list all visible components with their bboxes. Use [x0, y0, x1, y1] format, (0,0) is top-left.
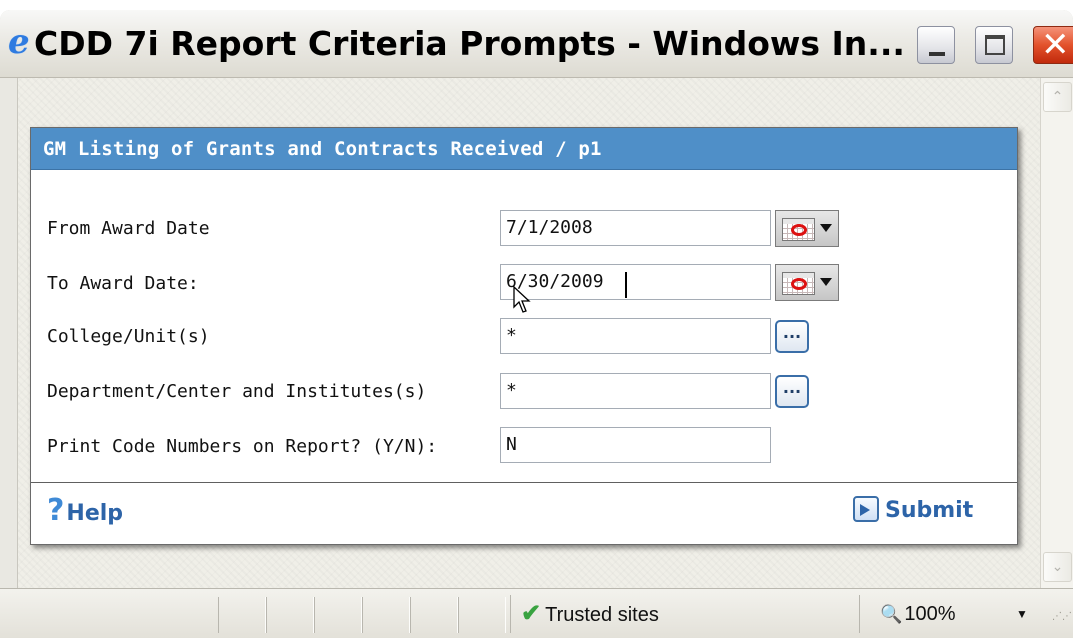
scroll-down-button[interactable]: ⌄ [1043, 552, 1072, 582]
vertical-scrollbar[interactable]: ⌃ ⌄ [1040, 78, 1073, 588]
dropdown-arrow-icon [820, 224, 832, 232]
from-award-date-label: From Award Date [47, 218, 210, 239]
college-unit-label: College/Unit(s) [47, 326, 210, 347]
dropdown-arrow-icon [820, 278, 832, 286]
scroll-up-button[interactable]: ⌃ [1043, 82, 1072, 112]
to-date-picker-button[interactable] [775, 264, 839, 301]
browser-window: e CDD 7i Report Criteria Prompts - Windo… [0, 10, 1073, 638]
dialog-footer: ?Help Submit [31, 482, 1017, 544]
security-zone-label: Trusted sites [545, 604, 659, 626]
text-caret [625, 272, 627, 298]
ie-icon: e [8, 22, 30, 62]
report-criteria-dialog: GM Listing of Grants and Contracts Recei… [30, 127, 1018, 545]
submit-button[interactable]: Submit [853, 493, 973, 529]
magnifier-icon: 🔍 [880, 604, 903, 624]
print-code-numbers-input[interactable]: N [500, 427, 771, 463]
submit-label: Submit [885, 498, 974, 523]
status-pane [362, 597, 410, 633]
checkmark-icon: ✔ [521, 600, 542, 627]
minimize-icon [929, 52, 945, 56]
mouse-pointer-icon [513, 286, 531, 313]
zoom-level: 100% [904, 603, 956, 625]
close-button[interactable]: ✕ [1033, 26, 1073, 64]
dialog-title: GM Listing of Grants and Contracts Recei… [31, 128, 1017, 170]
window-left-frame [0, 78, 18, 588]
status-pane [266, 597, 314, 633]
zoom-control[interactable]: 🔍 100% ▼ [880, 595, 1045, 633]
status-pane [314, 597, 362, 633]
minimize-button[interactable] [917, 26, 955, 64]
maximize-icon [985, 35, 1005, 55]
window-title: CDD 7i Report Criteria Prompts - Windows… [34, 24, 905, 63]
status-bar: ✔ Trusted sites 🔍 100% ▼ ⋰⋰ [0, 588, 1073, 638]
status-pane [218, 597, 266, 633]
college-unit-input[interactable]: * [500, 318, 771, 354]
department-center-label: Department/Center and Institutes(s) [47, 381, 427, 402]
chevron-up-icon: ⌃ [1051, 89, 1064, 105]
help-label: Help [66, 501, 124, 526]
maximize-button[interactable] [975, 26, 1013, 64]
security-zone[interactable]: ✔ Trusted sites [510, 595, 860, 633]
department-center-lookup-button[interactable]: ... [775, 375, 809, 408]
status-pane [458, 597, 506, 633]
chevron-down-icon: ⌄ [1051, 559, 1064, 575]
title-bar[interactable]: e CDD 7i Report Criteria Prompts - Windo… [0, 10, 1073, 78]
to-award-date-input[interactable]: 6/30/2009 [500, 264, 771, 300]
chevron-down-icon[interactable]: ▼ [1016, 595, 1028, 633]
question-mark-icon: ? [47, 493, 65, 528]
college-unit-lookup-button[interactable]: ... [775, 320, 809, 353]
to-award-date-label: To Award Date: [47, 273, 199, 294]
calendar-icon [782, 272, 815, 295]
print-code-numbers-label: Print Code Numbers on Report? (Y/N): [47, 436, 438, 457]
submit-arrow-icon [853, 496, 879, 522]
department-center-input[interactable]: * [500, 373, 771, 409]
from-date-picker-button[interactable] [775, 210, 839, 247]
close-icon: ✕ [1041, 25, 1070, 65]
status-pane [410, 597, 458, 633]
calendar-icon [782, 218, 815, 241]
help-button[interactable]: ?Help [47, 493, 123, 529]
from-award-date-input[interactable]: 7/1/2008 [500, 210, 771, 246]
resize-grip-icon[interactable]: ⋰⋰ [1052, 612, 1072, 629]
